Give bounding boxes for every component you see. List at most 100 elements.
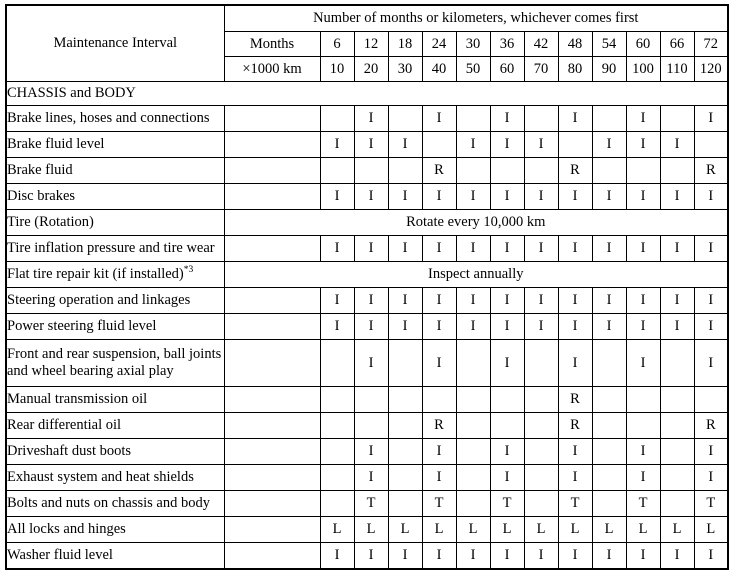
table-row: Tire (Rotation) Rotate every 10,000 km xyxy=(5,209,730,236)
cell-r10-c7: R xyxy=(557,386,593,413)
row-label-15: All locks and hinges xyxy=(5,516,225,543)
cell-r9-c3: I xyxy=(421,339,457,387)
cell-r3-c8: I xyxy=(591,183,627,210)
cell-r16-c6: I xyxy=(523,542,559,570)
cell-r7-c11: I xyxy=(693,287,730,314)
cell-r2-c0 xyxy=(319,157,355,184)
cell-r12-c9: I xyxy=(625,438,661,465)
cell-r13-c3: I xyxy=(421,464,457,491)
row-spacer-16 xyxy=(223,542,321,570)
month-header-12: 12 xyxy=(353,31,389,57)
cell-r8-c4: I xyxy=(455,313,491,340)
cell-r9-c5: I xyxy=(489,339,525,387)
cell-r11-c10 xyxy=(659,412,695,439)
cell-r8-c5: I xyxy=(489,313,525,340)
cell-r3-c9: I xyxy=(625,183,661,210)
cell-r2-c6 xyxy=(523,157,559,184)
km-header-110: 110 xyxy=(659,56,695,82)
section-header-row: CHASSIS and BODY xyxy=(5,81,730,106)
cell-r16-c9: I xyxy=(625,542,661,570)
cell-r3-c2: I xyxy=(387,183,423,210)
cell-r5-c6: I xyxy=(523,235,559,262)
table-row: Tire inflation pressure and tire wear I I I… xyxy=(5,235,730,262)
cell-r1-c4: I xyxy=(455,131,491,158)
km-header-10: 10 xyxy=(319,56,355,82)
cell-r3-c11: I xyxy=(693,183,730,210)
cell-r7-c2: I xyxy=(387,287,423,314)
cell-r8-c8: I xyxy=(591,313,627,340)
row-label-3: Disc brakes xyxy=(5,183,225,210)
cell-r12-c0 xyxy=(319,438,355,465)
cell-r7-c5: I xyxy=(489,287,525,314)
cell-r10-c2 xyxy=(387,386,423,413)
cell-r7-c0: I xyxy=(319,287,355,314)
cell-r2-c2 xyxy=(387,157,423,184)
cell-r14-c2 xyxy=(387,490,423,517)
cell-r16-c1: I xyxy=(353,542,389,570)
cell-r15-c7: L xyxy=(557,516,593,543)
cell-r12-c3: I xyxy=(421,438,457,465)
table-row: Bolts and nuts on chassis and body T T T T T T xyxy=(5,490,730,517)
cell-r5-c8: I xyxy=(591,235,627,262)
row-spacer-15 xyxy=(223,516,321,543)
cell-r15-c6: L xyxy=(523,516,559,543)
cell-r16-c8: I xyxy=(591,542,627,570)
cell-r2-c8 xyxy=(591,157,627,184)
row-label-11: Rear differential oil xyxy=(5,412,225,439)
cell-r3-c10: I xyxy=(659,183,695,210)
km-header-20: 20 xyxy=(353,56,389,82)
table-row: Manual transmission oil R xyxy=(5,386,730,413)
cell-r14-c4 xyxy=(455,490,491,517)
cell-r14-c7: T xyxy=(557,490,593,517)
cell-r14-c3: T xyxy=(421,490,457,517)
cell-r11-c1 xyxy=(353,412,389,439)
cell-r1-c3 xyxy=(421,131,457,158)
cell-r14-c9: T xyxy=(625,490,661,517)
table-row: Rear differential oil R R R xyxy=(5,412,730,439)
cell-r5-c7: I xyxy=(557,235,593,262)
cell-r13-c5: I xyxy=(489,464,525,491)
cell-r0-c7: I xyxy=(557,105,593,132)
maintenance-schedule-container: Maintenance Interval Number of months or … xyxy=(0,0,733,570)
cell-r1-c0: I xyxy=(319,131,355,158)
cell-r8-c2: I xyxy=(387,313,423,340)
cell-r12-c11: I xyxy=(693,438,730,465)
cell-r15-c1: L xyxy=(353,516,389,543)
row-label-2: Brake fluid xyxy=(5,157,225,184)
cell-r0-c5: I xyxy=(489,105,525,132)
cell-r11-c4 xyxy=(455,412,491,439)
month-header-42: 42 xyxy=(523,31,559,57)
cell-r11-c6 xyxy=(523,412,559,439)
kilometers-row-label: ×1000 km xyxy=(223,56,321,82)
row-spacer-0 xyxy=(223,105,321,132)
cell-r10-c6 xyxy=(523,386,559,413)
cell-r10-c10 xyxy=(659,386,695,413)
cell-r3-c5: I xyxy=(489,183,525,210)
row-label-10: Manual transmission oil xyxy=(5,386,225,413)
cell-r5-c2: I xyxy=(387,235,423,262)
cell-r10-c3 xyxy=(421,386,457,413)
cell-r1-c6: I xyxy=(523,131,559,158)
cell-r2-c4 xyxy=(455,157,491,184)
cell-r5-c0: I xyxy=(319,235,355,262)
cell-r14-c5: T xyxy=(489,490,525,517)
row-label-14: Bolts and nuts on chassis and body xyxy=(5,490,225,517)
cell-r15-c8: L xyxy=(591,516,627,543)
cell-r0-c4 xyxy=(455,105,491,132)
group-header-label: Number of months or kilometers, whicheve… xyxy=(223,4,730,32)
cell-r14-c11: T xyxy=(693,490,730,517)
cell-r11-c3: R xyxy=(421,412,457,439)
cell-r12-c7: I xyxy=(557,438,593,465)
row-label-5: Tire inflation pressure and tire wear xyxy=(5,235,225,262)
cell-r2-c11: R xyxy=(693,157,730,184)
cell-r13-c1: I xyxy=(353,464,389,491)
row-spacer-7 xyxy=(223,287,321,314)
row-label-1: Brake fluid level xyxy=(5,131,225,158)
table-row: Brake lines, hoses and connections I I I I I I xyxy=(5,105,730,132)
cell-r5-c9: I xyxy=(625,235,661,262)
cell-r13-c0 xyxy=(319,464,355,491)
cell-r3-c6: I xyxy=(523,183,559,210)
cell-r13-c4 xyxy=(455,464,491,491)
cell-r11-c9 xyxy=(625,412,661,439)
cell-r2-c7: R xyxy=(557,157,593,184)
